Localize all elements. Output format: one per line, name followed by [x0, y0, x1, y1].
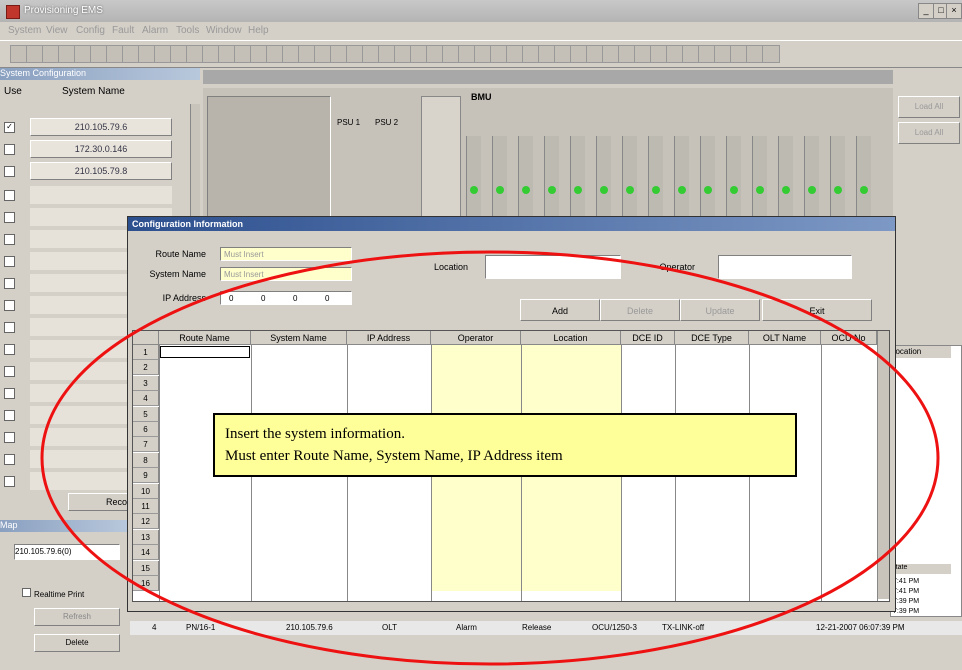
red-circle-highlight — [40, 250, 940, 666]
annotation-ellipse — [40, 250, 940, 666]
